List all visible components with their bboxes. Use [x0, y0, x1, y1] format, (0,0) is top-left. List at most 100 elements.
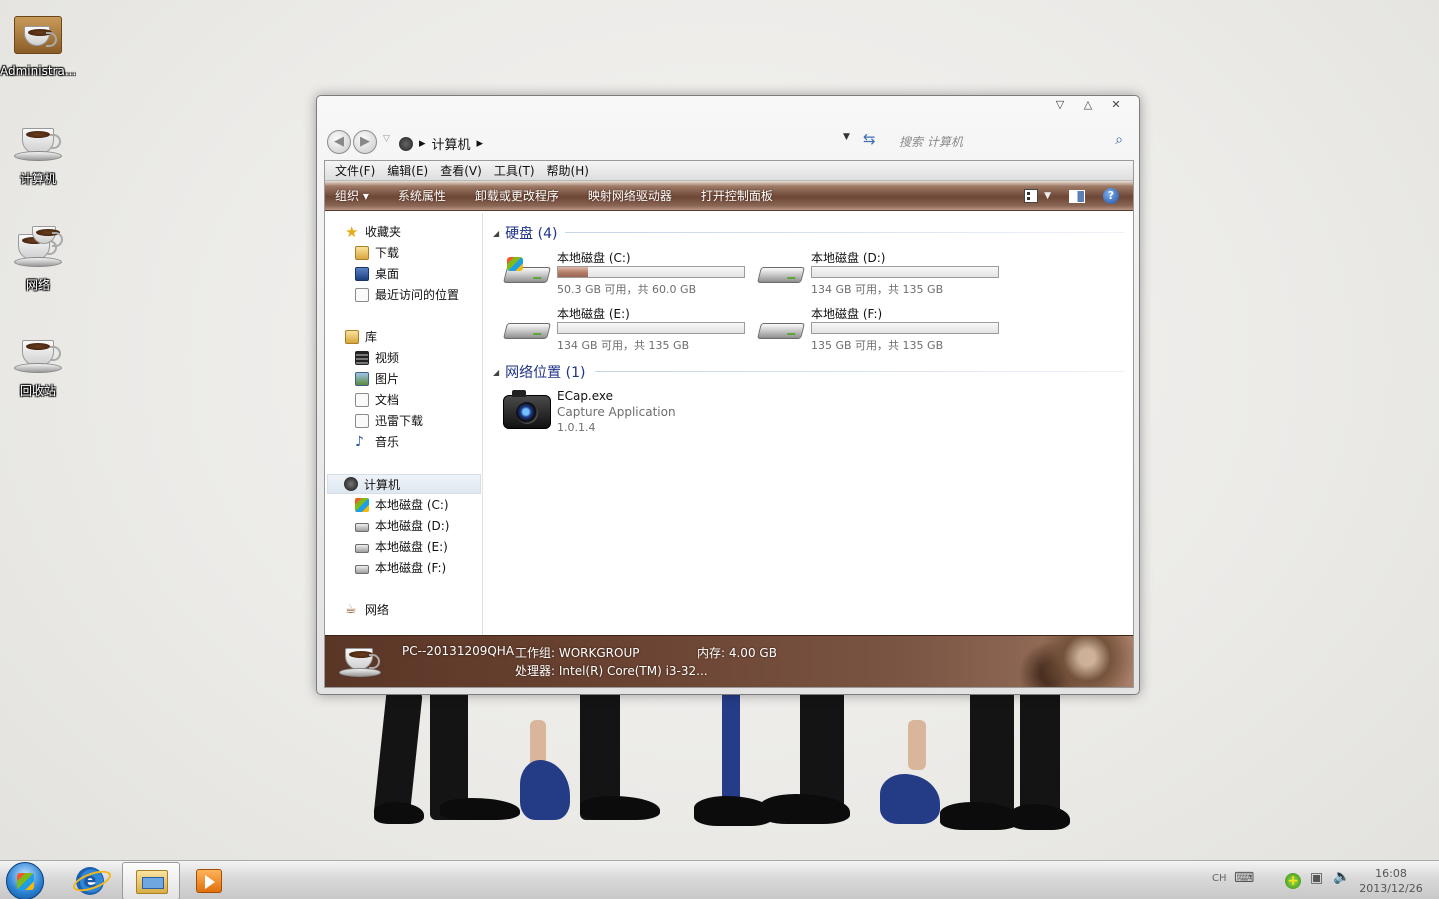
desktop-icon-label: 网络 — [25, 278, 50, 292]
group-divider — [565, 232, 1125, 233]
video-icon — [355, 350, 369, 365]
menu-tools[interactable]: 工具(T) — [488, 162, 541, 179]
nav-item-videos[interactable]: 视频 — [355, 349, 399, 366]
recycle-bin-icon — [12, 330, 64, 380]
nav-label: 收藏夹 — [365, 225, 402, 239]
hard-drive-icon — [355, 522, 369, 532]
desktop-icon-recycle-bin[interactable]: 回收站 — [0, 330, 76, 399]
recent-places-icon — [355, 287, 369, 302]
map-network-drive-button[interactable]: 映射网络驱动器 — [588, 187, 672, 204]
menu-help[interactable]: 帮助(H) — [541, 162, 595, 179]
internet-explorer-icon: e — [76, 867, 104, 895]
nav-item-recent-places[interactable]: 最近访问的位置 — [355, 286, 459, 303]
nav-computer[interactable]: 计算机 — [327, 474, 481, 494]
computer-icon — [12, 118, 64, 168]
nav-label: 本地磁盘 (E:) — [375, 540, 448, 554]
drive-usage-bar — [811, 266, 999, 278]
desktop-icon-label: Administra... — [0, 64, 76, 78]
drive-name: 本地磁盘 (D:) — [811, 251, 886, 265]
group-header-hard-disks[interactable]: ◢ 硬盘 (4) — [493, 223, 557, 243]
clock-date: 2013/12/26 — [1359, 882, 1423, 895]
address-dropdown-icon[interactable]: ▼ — [843, 132, 850, 142]
nav-item-drive-e[interactable]: 本地磁盘 (E:) — [355, 538, 448, 555]
forward-button[interactable]: ▶ — [353, 130, 377, 154]
change-view-icon[interactable] — [1024, 189, 1039, 203]
taskbar-media-player[interactable] — [182, 862, 240, 899]
nav-item-drive-f[interactable]: 本地磁盘 (F:) — [355, 559, 446, 576]
nav-item-drive-d[interactable]: 本地磁盘 (D:) — [355, 517, 449, 534]
nav-libraries[interactable]: 库 — [345, 328, 377, 345]
computer-name: PC--20131209QHA — [402, 644, 515, 658]
nav-label: 网络 — [365, 603, 390, 617]
maximize-button[interactable]: △ — [1079, 98, 1097, 112]
language-indicator[interactable]: CH — [1212, 873, 1227, 884]
taskbar-internet-explorer[interactable]: e — [62, 862, 120, 899]
menu-file[interactable]: 文件(F) — [329, 162, 381, 179]
processor: 处理器: Intel(R) Core(TM) i3-32... — [515, 664, 708, 678]
nav-item-music[interactable]: ♪ 音乐 — [355, 433, 399, 450]
recent-pages-dropdown-icon[interactable]: ▽ — [383, 134, 390, 144]
search-icon[interactable]: ⌕ — [1115, 132, 1123, 148]
network-status-icon[interactable]: ▣ — [1310, 870, 1323, 886]
nav-item-documents[interactable]: 文档 — [355, 391, 399, 408]
hard-drive-icon — [757, 315, 805, 341]
drive-item-f[interactable]: 本地磁盘 (F:) 135 GB 可用，共 135 GB — [757, 305, 1007, 355]
nav-item-downloads[interactable]: 下载 — [355, 244, 399, 261]
menu-edit[interactable]: 编辑(E) — [381, 162, 434, 179]
content-frame: 文件(F) 编辑(E) 查看(V) 工具(T) 帮助(H) 组织 ▾ 系统属性 … — [324, 160, 1134, 688]
nav-label: 桌面 — [375, 267, 400, 281]
organize-button[interactable]: 组织 ▾ — [335, 187, 369, 204]
drive-item-e[interactable]: 本地磁盘 (E:) 134 GB 可用，共 135 GB — [503, 305, 753, 355]
help-icon[interactable]: ? — [1103, 188, 1119, 204]
group-header-network-locations[interactable]: ◢ 网络位置 (1) — [493, 362, 585, 382]
back-button[interactable]: ◀ — [327, 130, 351, 154]
drive-usage-bar — [557, 322, 745, 334]
refresh-icon[interactable]: ⇆ — [863, 130, 876, 148]
nav-label: 下载 — [375, 246, 400, 260]
system-drive-icon — [355, 497, 369, 512]
keyboard-icon[interactable]: ⌨ — [1234, 870, 1254, 886]
start-button[interactable] — [6, 862, 44, 899]
nav-item-thunder-downloads[interactable]: 迅雷下载 — [355, 412, 423, 429]
network-icon — [12, 224, 64, 274]
minimize-button[interactable]: ▽ — [1051, 98, 1069, 112]
breadcrumb[interactable]: ▸ 计算机 ▸ — [399, 134, 483, 153]
view-options-chevron-icon[interactable]: ▼ — [1044, 191, 1051, 201]
desktop-icon-network[interactable]: 网络 — [0, 224, 76, 293]
volume-icon[interactable]: 🔈 — [1333, 869, 1350, 885]
music-icon: ♪ — [355, 433, 364, 450]
drive-item-c[interactable]: 本地磁盘 (C:) 50.3 GB 可用，共 60.0 GB — [503, 249, 753, 299]
nav-favorites[interactable]: ★ 收藏夹 — [345, 223, 401, 240]
breadcrumb-computer[interactable]: 计算机 — [432, 134, 471, 153]
drive-usage-fill — [558, 267, 588, 277]
system-properties-button[interactable]: 系统属性 — [398, 187, 446, 204]
document-icon — [355, 392, 369, 407]
media-player-icon — [196, 869, 222, 893]
desktop-icon-computer[interactable]: 计算机 — [0, 118, 76, 187]
network-item-ecap[interactable]: ECap.exe Capture Application 1.0.1.4 — [503, 389, 763, 443]
menu-view[interactable]: 查看(V) — [434, 162, 488, 179]
group-title: 硬盘 (4) — [505, 226, 558, 242]
nav-item-pictures[interactable]: 图片 — [355, 370, 399, 387]
system-clock[interactable]: 16:08 2013/12/26 — [1356, 866, 1426, 896]
security-app-icon[interactable]: + — [1285, 873, 1301, 889]
drive-item-d[interactable]: 本地磁盘 (D:) 134 GB 可用，共 135 GB — [757, 249, 1007, 299]
collapse-icon[interactable]: ◢ — [493, 229, 499, 238]
desktop-icon-label: 计算机 — [19, 172, 56, 186]
collapse-icon[interactable]: ◢ — [493, 368, 499, 377]
uninstall-program-button[interactable]: 卸载或更改程序 — [475, 187, 559, 204]
breadcrumb-separator: ▸ — [476, 136, 484, 151]
nav-network[interactable]: ☕ 网络 — [345, 601, 389, 618]
search-input[interactable]: 搜索 计算机 ⌕ — [891, 130, 1127, 152]
workgroup: 工作组: WORKGROUP — [515, 646, 640, 660]
wallpaper-people — [360, 688, 1080, 860]
preview-pane-icon[interactable] — [1069, 189, 1085, 203]
open-control-panel-button[interactable]: 打开控制面板 — [701, 187, 773, 204]
nav-item-desktop[interactable]: 桌面 — [355, 265, 399, 282]
taskbar-windows-explorer[interactable] — [122, 862, 180, 899]
hard-drive-icon — [355, 564, 369, 574]
close-button[interactable]: ✕ — [1107, 98, 1125, 112]
drive-usage-bar — [811, 322, 999, 334]
nav-item-drive-c[interactable]: 本地磁盘 (C:) — [355, 496, 449, 513]
desktop-icon-administrator[interactable]: Administra... — [0, 12, 76, 78]
